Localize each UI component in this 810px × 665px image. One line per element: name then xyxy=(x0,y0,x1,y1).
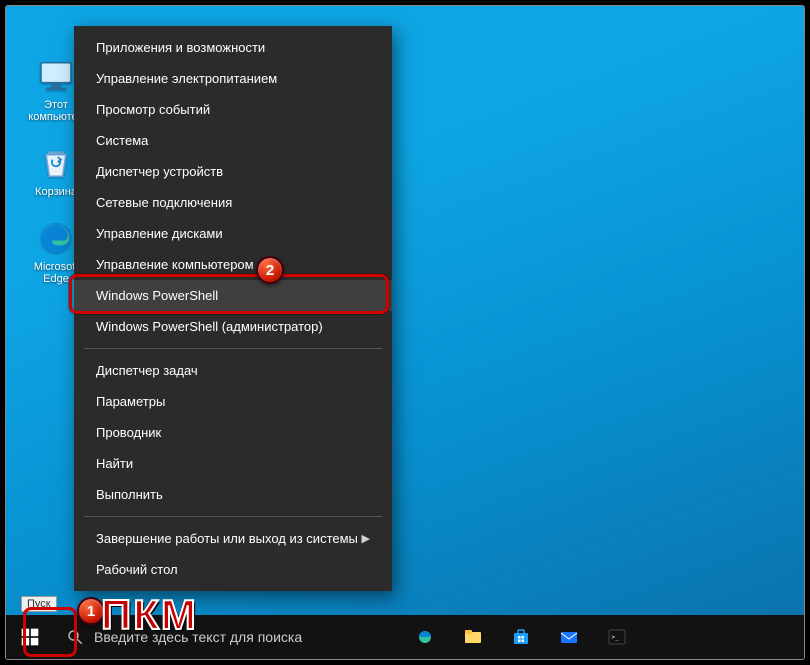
taskbar-item-explorer[interactable] xyxy=(450,615,496,659)
chevron-right-icon: ▶ xyxy=(362,532,370,545)
winx-item-label: Проводник xyxy=(96,425,161,440)
winx-separator xyxy=(84,348,382,349)
start-tooltip: Пуск xyxy=(21,596,57,612)
winx-item-label: Диспетчер устройств xyxy=(96,164,223,179)
winx-item-label: Управление электропитанием xyxy=(96,71,277,86)
this-pc-icon xyxy=(36,56,76,96)
winx-item-label: Параметры xyxy=(96,394,165,409)
taskbar-item-edge[interactable] xyxy=(402,615,448,659)
winx-item-label: Диспетчер задач xyxy=(96,363,198,378)
winx-item-label: Рабочий стол xyxy=(96,562,178,577)
winx-item[interactable]: Диспетчер задач xyxy=(74,355,392,386)
winx-separator xyxy=(84,516,382,517)
winx-item-label: Завершение работы или выход из системы xyxy=(96,531,358,546)
winx-item[interactable]: Управление электропитанием xyxy=(74,63,392,94)
winx-item-label: Сетевые подключения xyxy=(96,195,232,210)
winx-item[interactable]: Windows PowerShell xyxy=(74,280,392,311)
edge-icon xyxy=(36,218,76,258)
winx-item-label: Выполнить xyxy=(96,487,163,502)
winx-item[interactable]: Проводник xyxy=(74,417,392,448)
windows-logo-icon xyxy=(20,627,40,647)
winx-item[interactable]: Рабочий стол xyxy=(74,554,392,585)
winx-item[interactable]: Управление компьютером xyxy=(74,249,392,280)
winx-context-menu: Приложения и возможности Управление элект… xyxy=(74,26,392,591)
winx-item-label: Просмотр событий xyxy=(96,102,210,117)
winx-item-label: Windows PowerShell xyxy=(96,288,218,303)
desktop-icon-label: Корзина xyxy=(35,186,77,198)
taskbar: Введите здесь текст для поиска >_ xyxy=(6,615,804,659)
winx-item-label: Управление компьютером xyxy=(96,257,254,272)
recycle-bin-icon xyxy=(36,143,76,183)
winx-item[interactable]: Приложения и возможности xyxy=(74,32,392,63)
winx-item-label: Система xyxy=(96,133,148,148)
winx-item-label: Windows PowerShell (администратор) xyxy=(96,319,323,334)
taskbar-pinned-apps: >_ xyxy=(402,615,640,659)
svg-text:>_: >_ xyxy=(612,634,620,641)
taskbar-search[interactable]: Введите здесь текст для поиска xyxy=(54,615,394,659)
winx-item[interactable]: Просмотр событий xyxy=(74,94,392,125)
search-icon xyxy=(66,628,84,646)
taskbar-item-store[interactable] xyxy=(498,615,544,659)
winx-item-label: Найти xyxy=(96,456,133,471)
taskbar-item-mail[interactable] xyxy=(546,615,592,659)
winx-item[interactable]: Сетевые подключения xyxy=(74,187,392,218)
winx-item[interactable]: Завершение работы или выход из системы ▶ xyxy=(74,523,392,554)
winx-item-label: Управление дисками xyxy=(96,226,223,241)
winx-item[interactable]: Диспетчер устройств xyxy=(74,156,392,187)
winx-item[interactable]: Windows PowerShell (администратор) xyxy=(74,311,392,342)
taskbar-item-terminal[interactable]: >_ xyxy=(594,615,640,659)
start-button[interactable] xyxy=(6,615,54,659)
winx-item[interactable]: Найти xyxy=(74,448,392,479)
winx-item[interactable]: Управление дисками xyxy=(74,218,392,249)
winx-item[interactable]: Параметры xyxy=(74,386,392,417)
search-placeholder: Введите здесь текст для поиска xyxy=(94,629,302,645)
winx-item[interactable]: Выполнить xyxy=(74,479,392,510)
winx-item[interactable]: Система xyxy=(74,125,392,156)
winx-item-label: Приложения и возможности xyxy=(96,40,265,55)
